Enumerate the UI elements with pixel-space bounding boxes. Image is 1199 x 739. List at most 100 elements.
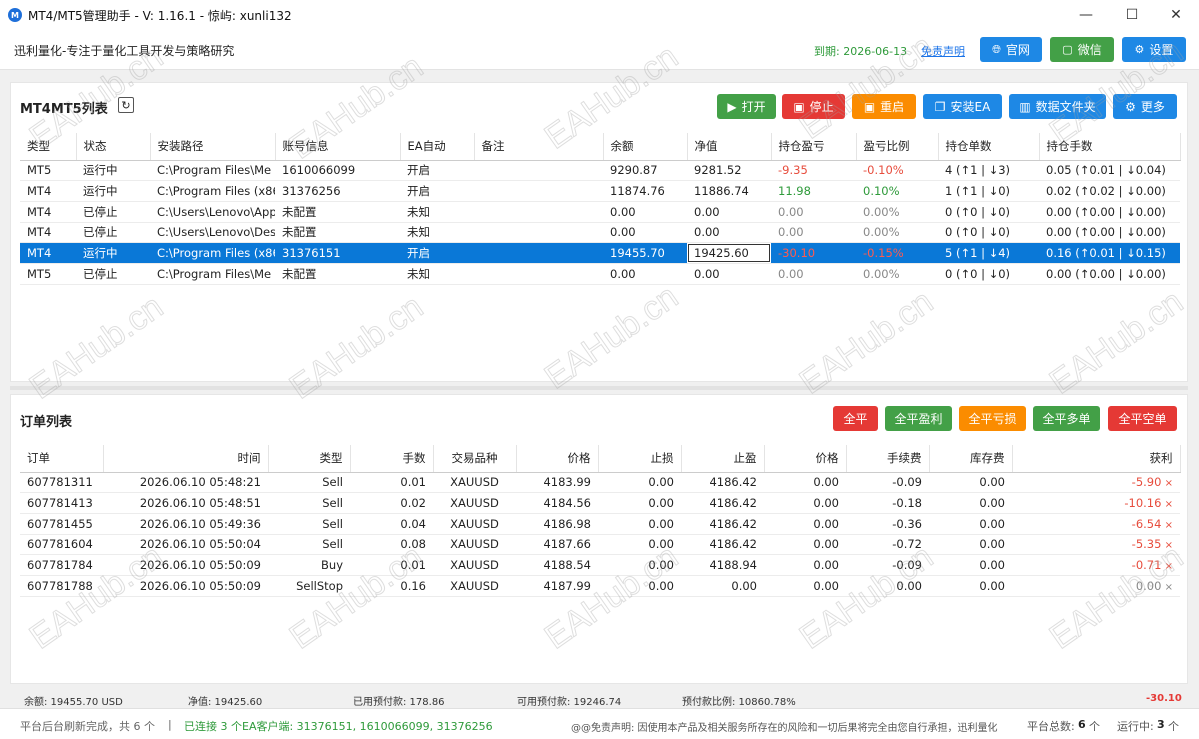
column-header[interactable]: 手续费: [846, 445, 930, 473]
order-cell: XAUUSD: [433, 554, 516, 576]
order-cell: 4186.42: [681, 513, 764, 535]
order-row[interactable]: 607781784 2026.06.10 05:50:09 Buy 0.01 XAUUS…: [20, 554, 1180, 576]
column-header[interactable]: 备注: [474, 133, 604, 161]
column-header[interactable]: 价格: [516, 445, 599, 473]
close-order-icon[interactable]: ×: [1161, 540, 1173, 551]
app-logo-icon: M: [8, 8, 22, 22]
column-header[interactable]: 获利: [1012, 445, 1181, 473]
close-order-icon[interactable]: ×: [1161, 499, 1173, 510]
splitter[interactable]: [10, 386, 1188, 390]
column-header[interactable]: 持仓盈亏: [771, 133, 857, 161]
website-button[interactable]: 🌐︎ 官网: [980, 37, 1042, 62]
settings-button[interactable]: ⚙ 设置: [1122, 37, 1186, 62]
install-ea-button[interactable]: ❐ 安装EA: [923, 94, 1002, 119]
order-cell: 0.00: [598, 534, 681, 556]
order-cell: 0.00: [929, 492, 1012, 514]
account-cell: 0.00 (↑0.00 | ↓0.00): [1039, 201, 1180, 223]
order-cell: XAUUSD: [433, 575, 516, 597]
data-folder-button[interactable]: ▥ 数据文件夹: [1009, 94, 1106, 119]
column-header[interactable]: 库存费: [929, 445, 1013, 473]
column-header[interactable]: 状态: [76, 133, 151, 161]
account-row[interactable]: MT4 已停止 C:\Users\Lenovo\Des 未配置 未知 0.00 0.00 0.…: [20, 222, 1180, 244]
account-cell: -9.35: [771, 160, 856, 182]
order-cell: 0.00: [929, 534, 1012, 556]
column-header[interactable]: 净值: [687, 133, 772, 161]
summary-profit: -30.10: [1146, 693, 1182, 704]
column-header[interactable]: 订单: [20, 445, 104, 473]
account-row[interactable]: MT4 运行中 C:\Program Files (x86 31376151 开启 194…: [20, 242, 1180, 264]
open-button[interactable]: ▶ 打开: [717, 94, 776, 119]
close-window-button[interactable]: ✕: [1153, 0, 1199, 30]
wechat-button[interactable]: ▢ 微信: [1050, 37, 1114, 62]
column-header[interactable]: 交易品种: [433, 445, 517, 473]
order-cell: -0.71 ×: [1012, 554, 1180, 576]
account-cell: 0.00: [603, 263, 687, 285]
minimize-button[interactable]: —: [1063, 0, 1109, 30]
close-order-icon[interactable]: ×: [1161, 561, 1173, 572]
order-row[interactable]: 607781455 2026.06.10 05:49:36 Sell 0.04 XAUU…: [20, 513, 1180, 535]
stop-button[interactable]: ▣ 停止: [782, 94, 845, 119]
order-cell: 0.00: [764, 513, 846, 535]
more-button[interactable]: ⚙ 更多: [1113, 94, 1177, 119]
restart-button[interactable]: ▣ 重启: [852, 94, 916, 119]
summary-equity: 净值: 19425.60: [188, 697, 263, 708]
account-cell: C:\Program Files (x86: [150, 180, 275, 202]
column-header[interactable]: 时间: [103, 445, 269, 473]
order-cell: 0.00: [598, 554, 681, 576]
close-order-icon[interactable]: ×: [1161, 478, 1173, 489]
account-cell: 0 (↑0 | ↓0): [938, 263, 1039, 285]
account-cell: 31376151: [275, 242, 400, 264]
order-row[interactable]: 607781413 2026.06.10 05:48:51 Sell 0.02 XAUU…: [20, 492, 1180, 514]
profit-value: -5.35: [1131, 537, 1162, 552]
column-header[interactable]: 持仓单数: [938, 133, 1040, 161]
refresh-icon[interactable]: ↻: [118, 97, 134, 113]
order-cell: 4183.99: [516, 472, 598, 494]
disclaimer-link[interactable]: 免责声明: [921, 43, 965, 59]
order-row[interactable]: 607781311 2026.06.10 05:48:21 Sell 0.01 XAUU…: [20, 472, 1180, 494]
profit-value: -10.16: [1124, 496, 1162, 511]
close-profit-button[interactable]: 全平盈利: [885, 406, 952, 431]
column-header[interactable]: 手数: [350, 445, 434, 473]
close-order-icon[interactable]: ×: [1161, 520, 1173, 531]
column-header[interactable]: 止损: [598, 445, 682, 473]
column-header[interactable]: 盈亏比例: [856, 133, 939, 161]
close-short-button[interactable]: 全平空单: [1108, 406, 1177, 431]
account-row[interactable]: MT4 运行中 C:\Program Files (x86 31376256 开启 118…: [20, 180, 1180, 202]
close-loss-button[interactable]: 全平亏损: [959, 406, 1026, 431]
account-cell: [474, 180, 603, 202]
column-header[interactable]: 止盈: [681, 445, 765, 473]
account-cell: [474, 160, 603, 182]
account-cell: 未配置: [275, 263, 400, 285]
profit-value: -0.71: [1131, 558, 1162, 573]
account-row[interactable]: MT5 已停止 C:\Program Files\Me 未配置 未知 0.00 0.00 0.…: [20, 263, 1180, 285]
order-cell: 4186.42: [681, 472, 764, 494]
close-long-button[interactable]: 全平多单: [1033, 406, 1100, 431]
column-header[interactable]: 价格: [764, 445, 847, 473]
account-cell: MT5: [20, 263, 76, 285]
order-cell: -5.90 ×: [1012, 472, 1180, 494]
close-order-icon[interactable]: ×: [1161, 582, 1173, 593]
order-cell: 4187.66: [516, 534, 598, 556]
column-header[interactable]: 持仓手数: [1039, 133, 1181, 161]
account-cell: 0.05 (↑0.01 | ↓0.04): [1039, 160, 1180, 182]
maximize-button[interactable]: ☐: [1109, 0, 1155, 30]
column-header[interactable]: 安装路径: [150, 133, 276, 161]
account-cell: C:\Users\Lenovo\Des: [150, 222, 275, 244]
order-cell: 0.00: [764, 492, 846, 514]
order-cell: 4184.56: [516, 492, 598, 514]
order-row[interactable]: 607781788 2026.06.10 05:50:09 SellStop 0.16…: [20, 575, 1180, 597]
column-header[interactable]: 余额: [603, 133, 688, 161]
column-header[interactable]: 账号信息: [275, 133, 401, 161]
account-row[interactable]: MT5 运行中 C:\Program Files\Me 1610066099 开启 929…: [20, 160, 1180, 182]
order-cell: 0.00: [764, 472, 846, 494]
column-header[interactable]: 类型: [20, 133, 77, 161]
column-header[interactable]: EA自动: [400, 133, 475, 161]
order-cell: Sell: [268, 472, 350, 494]
order-row[interactable]: 607781604 2026.06.10 05:50:04 Sell 0.08 XAUU…: [20, 534, 1180, 556]
gear-icon: ⚙: [1125, 99, 1136, 114]
column-header[interactable]: 类型: [268, 445, 351, 473]
account-cell: [474, 201, 603, 223]
restart-icon: ▣: [863, 99, 876, 114]
account-row[interactable]: MT4 已停止 C:\Users\Lenovo\App 未配置 未知 0.00 0.00 0.…: [20, 201, 1180, 223]
close-all-button[interactable]: 全平: [833, 406, 878, 431]
